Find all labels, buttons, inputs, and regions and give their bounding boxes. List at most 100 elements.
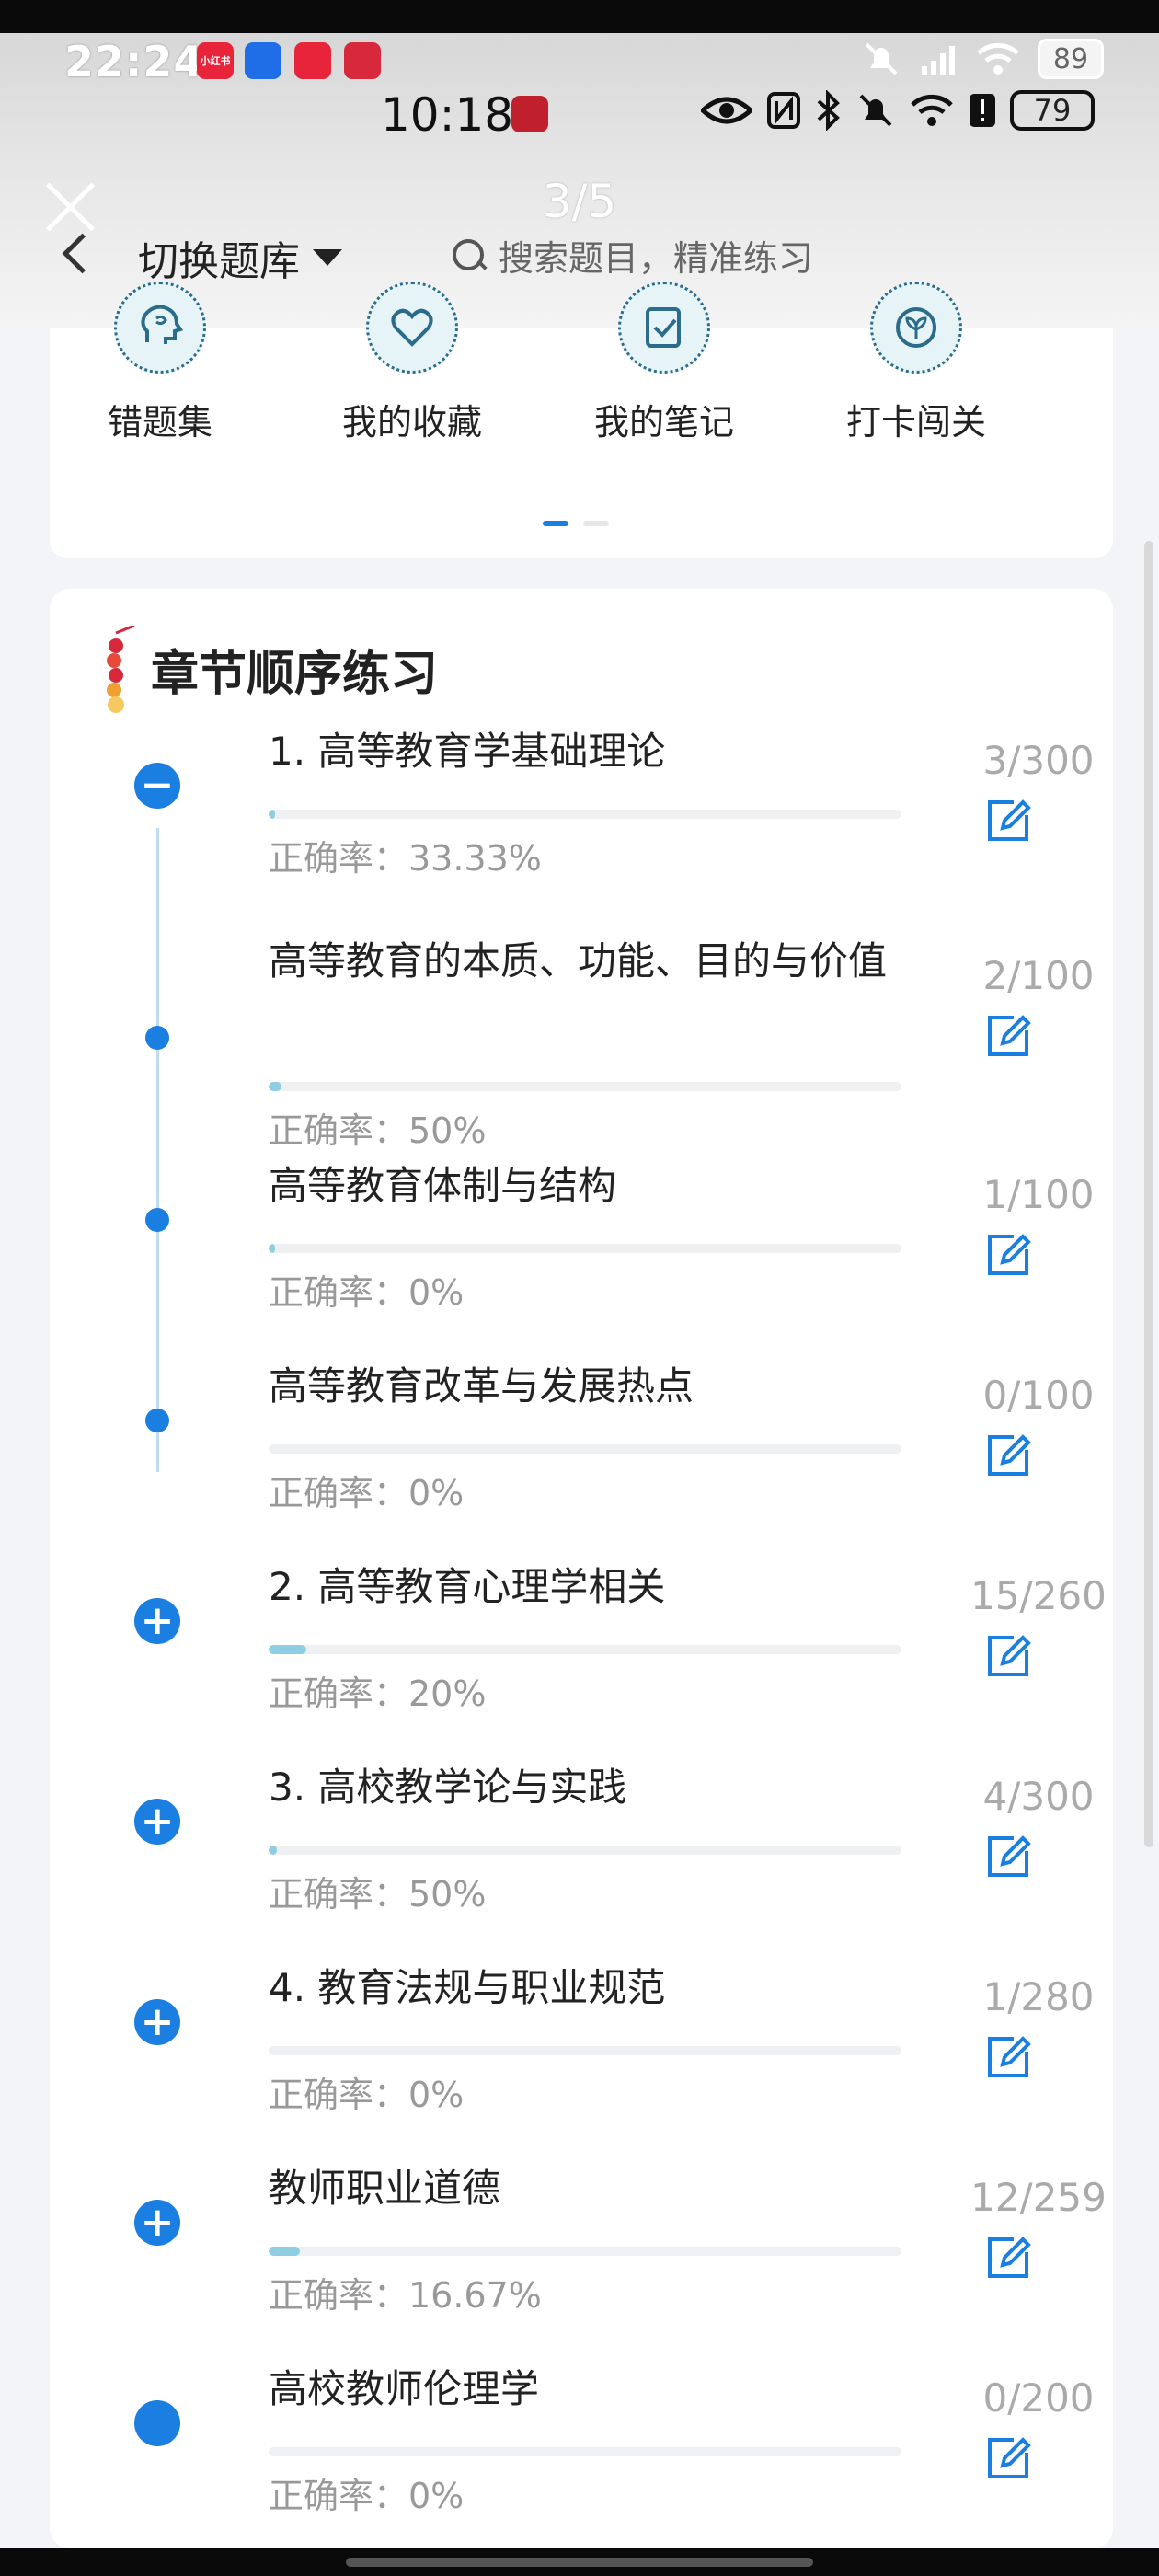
inner-clock: 10:18: [381, 88, 514, 142]
progress-bar: [269, 1846, 901, 1855]
chapter-row[interactable]: 高校教师伦理学正确率：0% 0/200: [50, 2364, 1113, 2558]
switch-bank-label: 切换题库: [138, 238, 300, 285]
accuracy-text: 正确率：0%: [269, 1473, 465, 1513]
inner-status-icons: 79: [701, 90, 1095, 131]
carousel-dots: [543, 521, 609, 526]
question-count: 1/280: [982, 1974, 1095, 2019]
progress-bar: [269, 1244, 901, 1253]
chapter-row[interactable]: 2. 高等教育心理学相关 正确率：20% 15/260 +: [50, 1562, 1113, 1755]
progress-bar: [269, 2046, 901, 2055]
edit-practice-icon[interactable]: [982, 1229, 1034, 1281]
shortcut-label: 我的收藏: [341, 402, 482, 443]
inner-battery: 79: [1010, 90, 1095, 131]
edit-practice-icon[interactable]: [982, 2031, 1034, 2083]
chapter-row[interactable]: 高等教育改革与发展热点正确率：0% 0/100: [50, 1362, 1113, 1555]
chapter-row[interactable]: 3. 高校教学论与实践 正确率：50% 4/300 +: [50, 1763, 1113, 1956]
accuracy-text: 正确率：0%: [269, 1272, 465, 1313]
chapter-title: 2. 高等教育心理学相关: [269, 1564, 666, 1609]
page-counter: 3/5: [542, 175, 617, 228]
head-icon: [141, 305, 184, 344]
firecracker-icon: [107, 626, 135, 713]
chapter-practice-card: 章节顺序练习 1. 高等教育学基础理论 正确率：33.33% 3/300 − 高等教育的…: [50, 589, 1113, 2548]
question-count: 0/200: [982, 2375, 1095, 2421]
signal-5g-icon: [922, 46, 955, 75]
accuracy-text: 正确率：20%: [269, 1673, 487, 1714]
expand-button[interactable]: +: [134, 1598, 180, 1644]
edit-practice-icon[interactable]: [982, 1630, 1034, 1682]
chapter-title: 高等教育的本质、功能、目的与价值: [269, 938, 888, 983]
leaf-icon: [896, 307, 936, 348]
timeline-dot-icon: [145, 1409, 169, 1432]
progress-bar: [269, 1444, 901, 1454]
expand-button[interactable]: +: [134, 1999, 180, 2045]
accuracy-text: 正确率：33.33%: [269, 838, 542, 879]
app-badge-icon: [344, 42, 381, 79]
shortcut-card: 错题集 我的收藏 我的笔记 打卡闯关: [50, 282, 1113, 558]
edit-practice-icon[interactable]: [982, 1831, 1034, 1882]
progress-fill: [269, 1645, 307, 1654]
chapter-title: 3. 高校教学论与实践: [269, 1765, 627, 1810]
shortcut-label: 打卡闯关: [845, 402, 986, 443]
progress-bar: [269, 2447, 901, 2456]
edit-practice-icon[interactable]: [982, 2432, 1034, 2484]
shortcut-label: 错题集: [107, 402, 212, 443]
edit-practice-icon[interactable]: [982, 1010, 1034, 1062]
progress-fill: [269, 1082, 281, 1091]
wifi-icon: [911, 94, 953, 126]
timeline-dot-icon: [145, 1208, 169, 1232]
timeline-dot-icon: [134, 2400, 180, 2446]
progress-bar: [269, 2247, 901, 2256]
shortcut-wrong-questions[interactable]: 错题集: [68, 282, 252, 444]
chapter-row[interactable]: 高等教育的本质、功能、目的与价值正确率：50% 2/100: [50, 937, 1113, 1151]
nfc-icon: [767, 92, 800, 129]
question-count: 2/100: [982, 953, 1095, 998]
outer-battery: 89: [1038, 39, 1104, 79]
progress-fill: [269, 1244, 275, 1253]
chapter-row[interactable]: 1. 高等教育学基础理论正确率：33.33% 3/300 −: [50, 727, 1113, 920]
chapter-title: 1. 高等教育学基础理论: [269, 729, 666, 774]
progress-fill: [269, 810, 275, 819]
minus-icon: −: [140, 762, 175, 809]
edit-practice-icon[interactable]: [982, 795, 1034, 846]
note-icon: [646, 307, 681, 348]
plus-icon: +: [140, 2199, 175, 2246]
shortcut-notes[interactable]: 我的笔记: [572, 282, 756, 444]
system-status-bar: [0, 0, 1159, 33]
collapse-button[interactable]: −: [134, 763, 180, 809]
shortcut-favorites[interactable]: 我的收藏: [320, 282, 504, 444]
chapter-title: 高校教师伦理学: [269, 2366, 540, 2411]
accuracy-text: 正确率：0%: [269, 2075, 465, 2115]
shortcut-checkin[interactable]: 打卡闯关: [824, 282, 1008, 444]
accuracy-text: 正确率：0%: [269, 2476, 465, 2516]
edit-practice-icon[interactable]: [982, 2232, 1034, 2283]
progress-bar: [269, 1645, 901, 1654]
home-indicator[interactable]: [346, 2558, 813, 2567]
chapter-title: 高等教育体制与结构: [269, 1163, 617, 1208]
search-bar[interactable]: 搜索题目，精准练习: [451, 230, 813, 281]
progress-fill: [269, 1846, 277, 1855]
chapter-row[interactable]: 4. 教育法规与职业规范 正确率：0% 1/280 +: [50, 1963, 1113, 2156]
carousel-dot-active: [543, 521, 568, 526]
accuracy-text: 正确率：50%: [269, 1110, 487, 1151]
scrollbar[interactable]: [1144, 541, 1153, 1847]
xiaohongshu-badge-icon: 小红书: [197, 42, 234, 79]
back-button[interactable]: [55, 230, 92, 282]
question-count: 1/100: [982, 1172, 1095, 1217]
progress-bar: [269, 810, 901, 819]
switch-bank-dropdown[interactable]: 切换题库: [138, 228, 342, 287]
outer-status-icons: 89: [861, 39, 1104, 79]
bluetooth-icon: [817, 90, 840, 131]
chapter-row[interactable]: 教师职业道德 正确率：16.67% 12/259 +: [50, 2164, 1113, 2357]
app-badge-icon: [294, 42, 331, 79]
question-count: 3/300: [982, 738, 1095, 783]
shortcut-label: 我的笔记: [593, 402, 734, 443]
search-icon: [451, 237, 488, 274]
chapter-row[interactable]: 高等教育体制与结构正确率：0% 1/100: [50, 1161, 1113, 1354]
question-count: 0/100: [982, 1373, 1095, 1418]
chapter-title: 高等教育改革与发展热点: [269, 1363, 694, 1409]
mute-bell-icon: [859, 94, 892, 127]
expand-button[interactable]: +: [134, 1799, 180, 1845]
expand-button[interactable]: +: [134, 2200, 180, 2246]
outer-clock: 22:24: [64, 37, 204, 86]
edit-practice-icon[interactable]: [982, 1430, 1034, 1481]
